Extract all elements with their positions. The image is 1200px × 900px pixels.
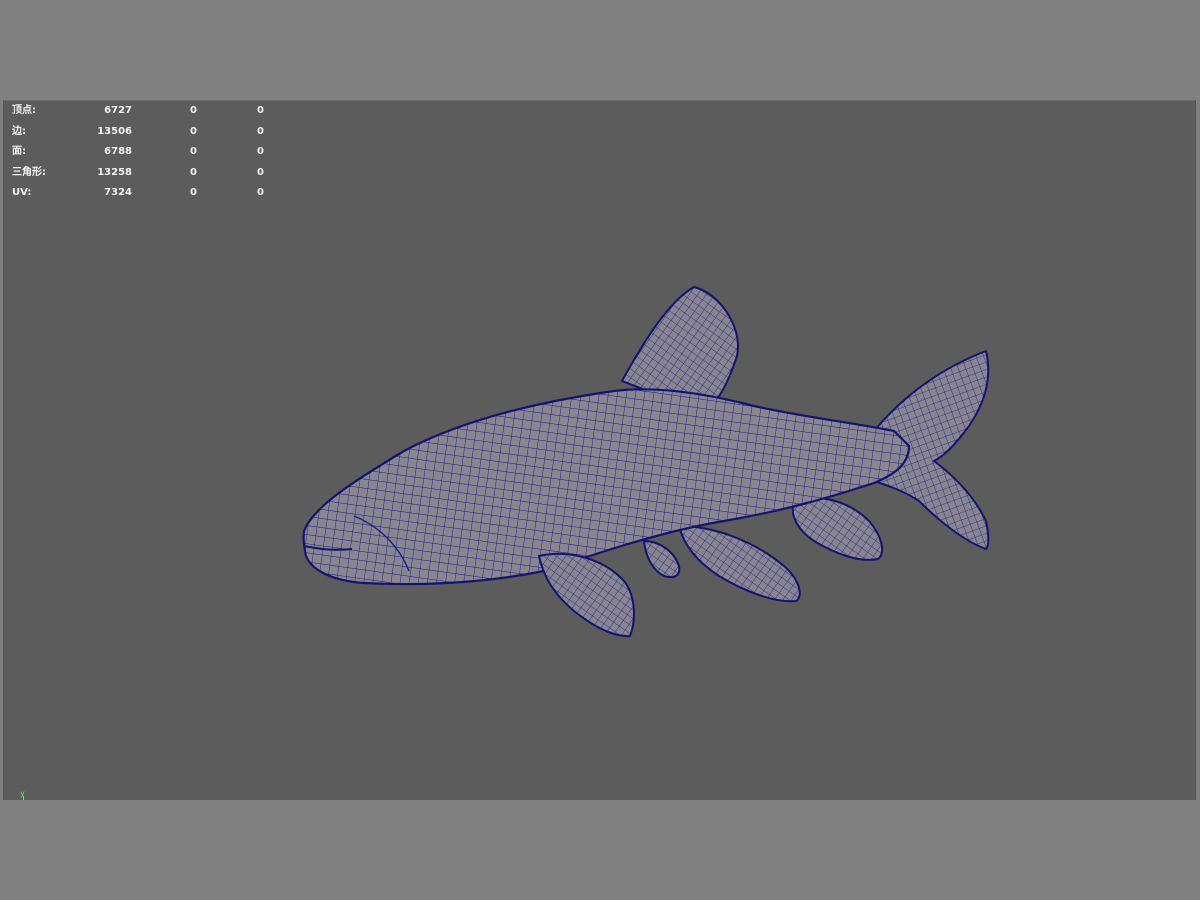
letterbox-bottom	[0, 800, 1200, 900]
3d-viewport[interactable]: 顶点: 6727 0 0 边: 13506 0 0 面: 6788 0 0 三角…	[3, 100, 1196, 800]
letterbox-top	[0, 0, 1200, 100]
fish-body[interactable]	[302, 388, 911, 586]
ventral-fin-small[interactable]	[642, 539, 681, 579]
pelvic-fin[interactable]	[677, 524, 801, 603]
dorsal-fin[interactable]	[620, 285, 739, 406]
view-axis-label: y	[20, 789, 25, 798]
fish-wireframe-model[interactable]	[4, 101, 1196, 800]
anal-fin[interactable]	[791, 497, 884, 561]
pectoral-fin[interactable]	[537, 552, 635, 638]
